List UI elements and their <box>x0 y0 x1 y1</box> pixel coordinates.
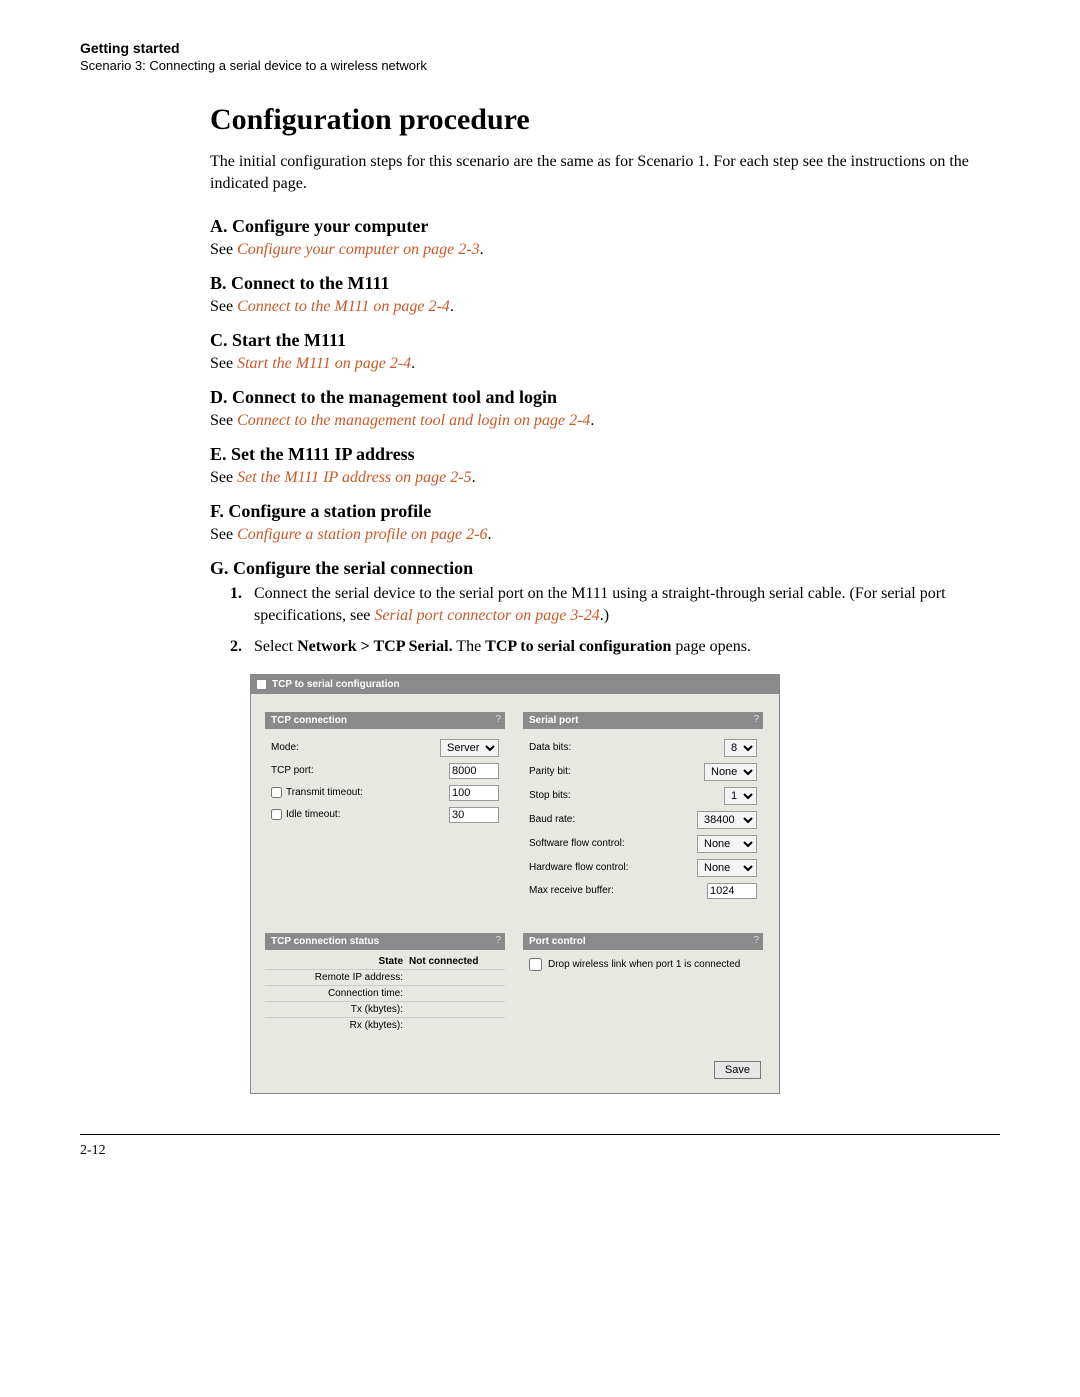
chapter-title: Getting started <box>80 40 1000 56</box>
input-transmit-timeout[interactable] <box>449 785 499 801</box>
scenario-subtitle: Scenario 3: Connecting a serial device t… <box>80 58 1000 73</box>
xref-mgmt-login[interactable]: Connect to the management tool and login… <box>237 412 590 429</box>
label-hwflow: Hardware flow control: <box>529 862 697 873</box>
heading-g: G. Configure the serial connection <box>210 558 970 579</box>
input-maxrecv[interactable] <box>707 883 757 899</box>
label-swflow: Software flow control: <box>529 838 697 849</box>
heading-d: D. Connect to the management tool and lo… <box>210 387 970 408</box>
group-header-port-control: Port control ? <box>523 933 763 950</box>
select-swflow[interactable]: None <box>697 835 757 853</box>
panel-titlebar: TCP to serial configuration <box>251 675 779 694</box>
status-remote-ip-label: Remote IP address: <box>271 972 409 983</box>
group-port-control: Port control ? Drop wireless link when p… <box>523 933 763 1011</box>
see-line-f: See Configure a station profile on page … <box>210 526 970 544</box>
status-conn-time-value <box>409 988 499 999</box>
heading-a: A. Configure your computer <box>210 216 970 237</box>
status-rx-label: Rx (kbytes): <box>271 1020 409 1031</box>
select-data-bits[interactable]: 8 <box>724 739 757 757</box>
group-serial-port: Serial port ? Data bits: 8 Parity bit: N… <box>523 712 763 915</box>
xref-station-profile[interactable]: Configure a station profile on page 2-6 <box>237 526 487 543</box>
input-tcp-port[interactable] <box>449 763 499 779</box>
step-list-g: 1. Connect the serial device to the seri… <box>230 583 970 658</box>
status-tx-label: Tx (kbytes): <box>271 1004 409 1015</box>
heading-c: C. Start the M111 <box>210 330 970 351</box>
label-data-bits: Data bits: <box>529 742 724 753</box>
panel-title: TCP to serial configuration <box>272 679 400 690</box>
status-tx-value <box>409 1004 499 1015</box>
help-icon[interactable]: ? <box>753 935 759 946</box>
status-state-value: Not connected <box>409 956 499 967</box>
select-stop-bits[interactable]: 1 <box>724 787 757 805</box>
label-tcp-port: TCP port: <box>271 765 449 776</box>
label-maxrecv: Max receive buffer: <box>529 885 707 896</box>
label-stop-bits: Stop bits: <box>529 790 724 801</box>
see-line-e: See Set the M111 IP address on page 2-5. <box>210 469 970 487</box>
see-line-a: See Configure your computer on page 2-3. <box>210 241 970 259</box>
status-remote-ip-value <box>409 972 499 983</box>
heading-e: E. Set the M111 IP address <box>210 444 970 465</box>
page-number: 2-12 <box>80 1143 1000 1159</box>
group-tcp-status: TCP connection status ? State Not connec… <box>265 933 505 1037</box>
group-header-tcp-status: TCP connection status ? <box>265 933 505 950</box>
group-header-tcp-connection: TCP connection ? <box>265 712 505 729</box>
label-drop-wireless: Drop wireless link when port 1 is connec… <box>548 959 740 970</box>
save-row: Save <box>265 1055 765 1083</box>
status-conn-time-label: Connection time: <box>271 988 409 999</box>
heading-b: B. Connect to the M111 <box>210 273 970 294</box>
checkbox-transmit-timeout[interactable] <box>271 787 282 798</box>
step-g-1: 1. Connect the serial device to the seri… <box>230 583 970 626</box>
status-state-label: State <box>271 956 409 967</box>
status-rx-value <box>409 1020 499 1031</box>
label-transmit-timeout: Transmit timeout: <box>271 787 449 798</box>
help-icon[interactable]: ? <box>753 714 759 725</box>
xref-connect-m111[interactable]: Connect to the M111 on page 2-4 <box>237 298 450 315</box>
see-line-b: See Connect to the M111 on page 2-4. <box>210 298 970 316</box>
checkbox-drop-wireless[interactable] <box>529 958 542 971</box>
heading-f: F. Configure a station profile <box>210 501 970 522</box>
select-hwflow[interactable]: None <box>697 859 757 877</box>
select-baud[interactable]: 38400 <box>697 811 757 829</box>
intro-paragraph: The initial configuration steps for this… <box>210 151 970 194</box>
xref-ip-address[interactable]: Set the M111 IP address on page 2-5 <box>237 469 471 486</box>
checkbox-idle-timeout[interactable] <box>271 809 282 820</box>
xref-serial-port-connector[interactable]: Serial port connector on page 3-24 <box>374 607 599 624</box>
xref-configure-computer[interactable]: Configure your computer on page 2-3 <box>237 241 479 258</box>
label-idle-timeout: Idle timeout: <box>271 809 449 820</box>
label-parity: Parity bit: <box>529 766 704 777</box>
see-line-c: See Start the M111 on page 2-4. <box>210 355 970 373</box>
panel-icon <box>257 680 266 689</box>
label-baud: Baud rate: <box>529 814 697 825</box>
label-mode: Mode: <box>271 742 440 753</box>
step-g-2: 2. Select Network > TCP Serial. The TCP … <box>230 636 970 658</box>
select-parity[interactable]: None <box>704 763 757 781</box>
save-button[interactable]: Save <box>714 1061 761 1079</box>
select-mode[interactable]: Server <box>440 739 499 757</box>
tcp-serial-config-panel: TCP to serial configuration TCP connecti… <box>250 674 780 1094</box>
help-icon[interactable]: ? <box>495 714 501 725</box>
input-idle-timeout[interactable] <box>449 807 499 823</box>
group-header-serial-port: Serial port ? <box>523 712 763 729</box>
page-header: Getting started Scenario 3: Connecting a… <box>80 40 1000 73</box>
page-title: Configuration procedure <box>210 103 970 137</box>
see-line-d: See Connect to the management tool and l… <box>210 412 970 430</box>
main-content: Configuration procedure The initial conf… <box>210 103 970 1094</box>
xref-start-m111[interactable]: Start the M111 on page 2-4 <box>237 355 411 372</box>
help-icon[interactable]: ? <box>495 935 501 946</box>
group-tcp-connection: TCP connection ? Mode: Server TCP port: <box>265 712 505 839</box>
footer-rule <box>80 1134 1000 1135</box>
